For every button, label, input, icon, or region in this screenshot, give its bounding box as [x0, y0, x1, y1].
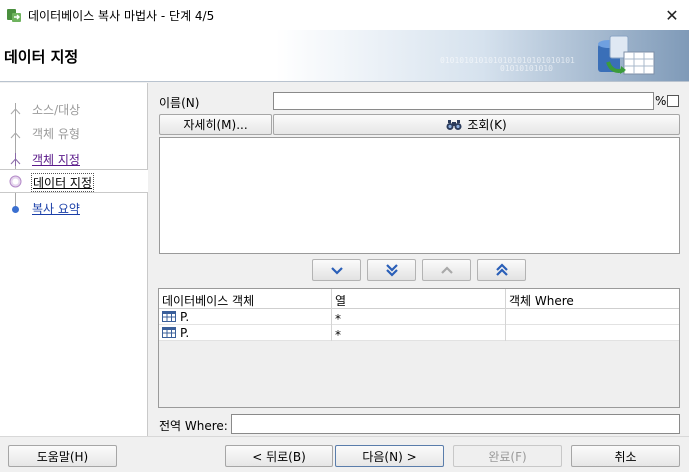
global-where-input[interactable]	[231, 414, 680, 434]
next-button[interactable]: 다음(N) >	[335, 445, 444, 467]
step-label: 데이터 지정	[30, 173, 95, 192]
row-columns: *	[335, 328, 341, 342]
lookup-button-label: 조회(K)	[467, 118, 507, 132]
table-row[interactable]: P. *	[159, 325, 679, 342]
step-source-target[interactable]: 소스/대상	[0, 98, 148, 120]
step-label: 복사 요약	[32, 202, 80, 216]
step-label: 소스/대상	[32, 103, 81, 117]
cancel-button-label: 취소	[614, 449, 637, 464]
column-divider	[505, 289, 506, 341]
step-done-icon	[10, 103, 21, 116]
double-chevron-up-icon	[495, 263, 508, 276]
name-label: 이름(N)	[159, 96, 200, 110]
move-down-button[interactable]	[312, 259, 361, 281]
chevron-up-icon	[440, 266, 453, 274]
database-copy-icon	[598, 35, 655, 75]
back-button-label: < 뒤로(B)	[252, 449, 306, 464]
lookup-button[interactable]: 조회(K)	[273, 114, 680, 135]
step-specify-data[interactable]: 데이터 지정	[0, 169, 148, 193]
wizard-header: 데이터 지정 0101010101010101010101010101 0101…	[0, 30, 689, 82]
column-header-object[interactable]: 데이터베이스 객체	[162, 292, 254, 309]
wizard-steps: 소스/대상 객체 유형 객체 지정 데이터 지정 복사 요약	[0, 83, 148, 436]
column-header-columns[interactable]: 열	[335, 292, 346, 309]
details-button-label: 자세히(M)...	[183, 118, 248, 132]
step-visited-icon	[10, 153, 21, 166]
close-icon: ✕	[665, 5, 679, 25]
binary-decoration-2: 01010101010	[500, 64, 553, 73]
finish-button-label: 완료(F)	[488, 449, 527, 464]
move-up-button[interactable]	[422, 259, 471, 281]
name-input[interactable]	[273, 92, 654, 110]
selected-objects-table[interactable]: 데이터베이스 객체 열 객체 Where P. * P. *	[158, 288, 680, 408]
step-specify-objects[interactable]: 객체 지정	[0, 148, 148, 170]
close-button[interactable]: ✕	[655, 0, 689, 30]
row-object: P.	[180, 310, 190, 324]
cancel-button[interactable]: 취소	[571, 445, 680, 467]
move-all-down-button[interactable]	[367, 259, 416, 281]
help-button[interactable]: 도움말(H)	[8, 445, 117, 467]
table-row[interactable]: P. *	[159, 309, 679, 326]
available-objects-list[interactable]	[159, 137, 680, 254]
global-where-label: 전역 Where:	[159, 419, 228, 433]
table-header: 데이터베이스 객체 열 객체 Where	[159, 289, 679, 309]
app-icon	[7, 9, 21, 22]
wildcard-checkbox[interactable]	[667, 95, 679, 107]
row-columns: *	[335, 312, 341, 326]
step-label: 객체 유형	[32, 127, 80, 141]
back-button[interactable]: < 뒤로(B)	[225, 445, 333, 467]
page-title: 데이터 지정	[4, 48, 79, 66]
table-icon	[162, 311, 176, 322]
window-title: 데이터베이스 복사 마법사 - 단계 4/5	[28, 9, 215, 23]
footer-divider	[0, 436, 689, 437]
binoculars-icon	[446, 119, 462, 130]
step-future-icon	[12, 202, 19, 213]
help-button-label: 도움말(H)	[36, 449, 89, 464]
column-divider	[331, 289, 332, 341]
finish-button[interactable]: 완료(F)	[453, 445, 562, 467]
row-object: P.	[180, 326, 190, 340]
title-bar: 데이터베이스 복사 마법사 - 단계 4/5 ✕	[0, 0, 689, 30]
next-button-label: 다음(N) >	[362, 449, 417, 464]
step-label: 객체 지정	[32, 153, 80, 167]
move-all-up-button[interactable]	[477, 259, 526, 281]
step-copy-summary[interactable]: 복사 요약	[0, 197, 148, 219]
table-icon	[162, 327, 176, 338]
chevron-down-icon	[330, 267, 343, 275]
double-chevron-down-icon	[385, 264, 398, 277]
details-button[interactable]: 자세히(M)...	[159, 114, 272, 135]
step-current-icon	[9, 175, 22, 188]
step-object-type[interactable]: 객체 유형	[0, 122, 148, 144]
column-header-where[interactable]: 객체 Where	[509, 292, 574, 309]
percent-label: %	[655, 94, 667, 108]
step-done-icon	[10, 127, 21, 140]
